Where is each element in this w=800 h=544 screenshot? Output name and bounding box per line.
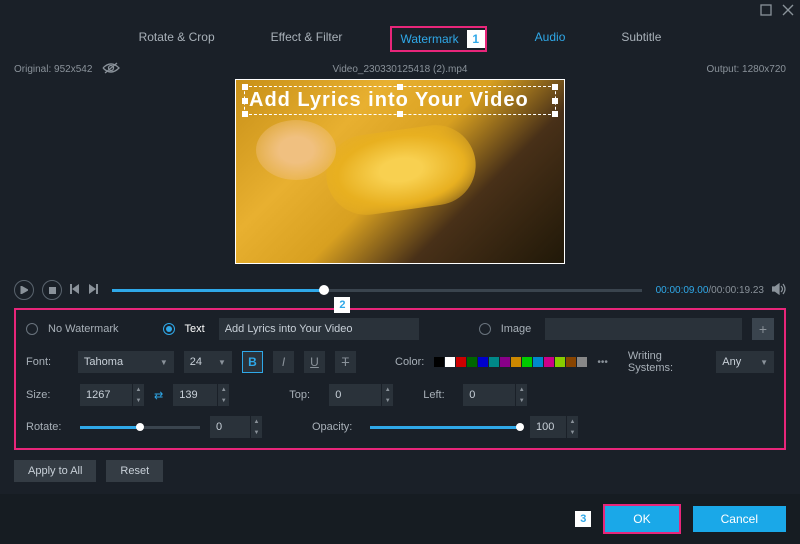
- eye-off-icon[interactable]: [102, 62, 120, 77]
- top-input[interactable]: 0▲▼: [329, 384, 393, 406]
- watermark-text-overlay[interactable]: Add Lyrics into Your Video: [244, 86, 556, 115]
- watermark-text-input[interactable]: [219, 318, 419, 340]
- color-swatch[interactable]: [555, 357, 565, 367]
- top-label: Top:: [289, 389, 319, 401]
- font-label: Font:: [26, 356, 68, 368]
- opacity-input[interactable]: 100▲▼: [530, 416, 578, 438]
- tab-audio[interactable]: Audio: [527, 26, 574, 52]
- original-size-label: Original: 952x542: [14, 64, 92, 75]
- add-image-button[interactable]: +: [752, 318, 774, 340]
- radio-image[interactable]: [479, 323, 491, 335]
- width-input[interactable]: 1267▲▼: [80, 384, 144, 406]
- font-size-select[interactable]: 24▼: [184, 351, 232, 373]
- color-swatch[interactable]: [434, 357, 444, 367]
- underline-button[interactable]: U: [304, 351, 325, 373]
- ok-button[interactable]: OK: [605, 506, 678, 532]
- time-display: 00:00:09.00/00:00:19.23: [656, 285, 764, 296]
- tab-bar: Rotate & Crop Effect & Filter Watermark …: [0, 22, 800, 60]
- output-size-label: Output: 1280x720: [586, 64, 786, 75]
- cancel-button[interactable]: Cancel: [693, 506, 786, 532]
- tab-watermark[interactable]: Watermark: [392, 28, 466, 50]
- rotate-input[interactable]: 0▲▼: [210, 416, 262, 438]
- opacity-slider[interactable]: [370, 426, 520, 429]
- watermark-panel: No Watermark Text Image + Font: Tahoma▼ …: [14, 308, 786, 450]
- volume-icon[interactable]: [772, 283, 786, 298]
- close-icon[interactable]: [782, 4, 794, 19]
- callout-badge-2: 2: [334, 297, 350, 313]
- filename-label: Video_230330125418 (2).mp4: [214, 64, 586, 75]
- color-swatch[interactable]: [522, 357, 532, 367]
- color-swatch[interactable]: [478, 357, 488, 367]
- radio-no-watermark-label: No Watermark: [48, 323, 119, 335]
- callout-badge-1: 1: [467, 30, 485, 48]
- left-label: Left:: [423, 389, 453, 401]
- reset-button[interactable]: Reset: [106, 460, 163, 482]
- height-input[interactable]: 139▲▼: [173, 384, 229, 406]
- writing-systems-label: Writing Systems:: [628, 350, 706, 374]
- tab-subtitle[interactable]: Subtitle: [613, 26, 669, 52]
- size-label: Size:: [26, 389, 70, 401]
- strikethrough-button[interactable]: T: [335, 351, 356, 373]
- tab-effect-filter[interactable]: Effect & Filter: [263, 26, 351, 52]
- maximize-icon[interactable]: [760, 4, 772, 19]
- color-swatch[interactable]: [577, 357, 587, 367]
- radio-text[interactable]: [163, 323, 175, 335]
- watermark-text: Add Lyrics into Your Video: [249, 89, 551, 112]
- link-dimensions-icon[interactable]: ⇄: [154, 389, 163, 402]
- rotate-slider[interactable]: [80, 426, 200, 429]
- video-preview[interactable]: Add Lyrics into Your Video: [235, 79, 565, 264]
- color-swatch[interactable]: [489, 357, 499, 367]
- callout-badge-3: 3: [575, 511, 591, 527]
- opacity-label: Opacity:: [312, 421, 360, 433]
- stop-button[interactable]: [42, 280, 62, 300]
- color-swatch[interactable]: [500, 357, 510, 367]
- left-input[interactable]: 0▲▼: [463, 384, 527, 406]
- rotate-label: Rotate:: [26, 421, 70, 433]
- radio-image-label: Image: [501, 323, 532, 335]
- more-colors-button[interactable]: •••: [597, 357, 608, 368]
- color-label: Color:: [395, 356, 424, 368]
- writing-systems-select[interactable]: Any▼: [716, 351, 774, 373]
- bold-button[interactable]: B: [242, 351, 263, 373]
- color-swatch[interactable]: [511, 357, 521, 367]
- next-frame-button[interactable]: [88, 284, 98, 297]
- color-swatch[interactable]: [566, 357, 576, 367]
- color-swatch[interactable]: [456, 357, 466, 367]
- prev-frame-button[interactable]: [70, 284, 80, 297]
- italic-button[interactable]: I: [273, 351, 294, 373]
- color-swatch[interactable]: [467, 357, 477, 367]
- play-button[interactable]: [14, 280, 34, 300]
- color-swatch[interactable]: [544, 357, 554, 367]
- color-swatches: [434, 357, 587, 367]
- radio-text-label: Text: [185, 323, 205, 335]
- font-family-select[interactable]: Tahoma▼: [78, 351, 174, 373]
- tab-rotate-crop[interactable]: Rotate & Crop: [131, 26, 223, 52]
- color-swatch[interactable]: [445, 357, 455, 367]
- apply-to-all-button[interactable]: Apply to All: [14, 460, 96, 482]
- timeline-slider[interactable]: 2: [112, 289, 642, 292]
- color-swatch[interactable]: [533, 357, 543, 367]
- radio-no-watermark[interactable]: [26, 323, 38, 335]
- watermark-image-input[interactable]: [545, 318, 742, 340]
